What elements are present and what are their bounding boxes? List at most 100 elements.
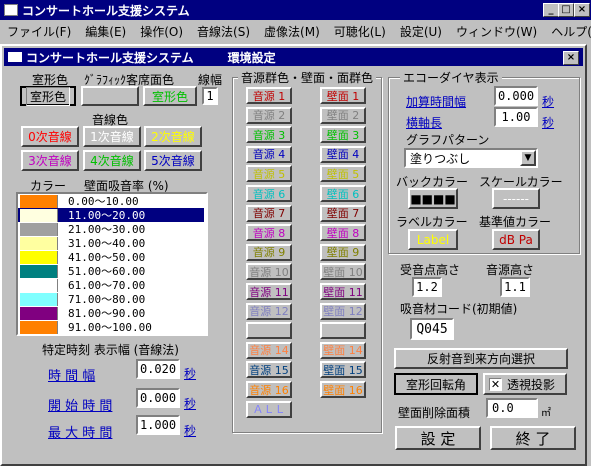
scale-color-button[interactable]: ------ <box>492 188 540 209</box>
absorption-row[interactable]: 0.00～10.00 <box>18 194 204 208</box>
menu-item-1[interactable]: 編集(E) <box>78 23 133 40</box>
wall-button-15[interactable]: 壁面 15 <box>320 361 366 379</box>
absorption-row[interactable]: 31.00～40.00 <box>18 236 204 250</box>
source-button-9[interactable]: 音源 9 <box>246 243 292 261</box>
room-rotate-button[interactable]: 室形回転角 <box>394 373 478 395</box>
wall-button-16[interactable]: 壁面 16 <box>320 381 366 398</box>
label-color-button[interactable]: Label <box>408 229 458 250</box>
wall-button-10[interactable]: 壁面 10 <box>320 263 366 281</box>
absorption-row[interactable]: 61.00～70.00 <box>18 278 204 292</box>
dialog-close-icon[interactable]: × <box>563 51 579 65</box>
menu-item-3[interactable]: 音線法(S) <box>190 23 257 40</box>
ray-4-label: 4次音線 <box>90 154 134 168</box>
source-button-13[interactable]: 音源 13 <box>246 322 292 340</box>
start-time-field[interactable]: 0.000 <box>136 388 180 408</box>
color-swatch <box>20 236 58 250</box>
time-width-field[interactable]: 0.020 <box>136 359 180 379</box>
source-button-3[interactable]: 音源 3 <box>246 126 292 144</box>
wall-button-6[interactable]: 壁面 6 <box>320 185 366 202</box>
source-button-16[interactable]: 音源 16 <box>246 381 292 398</box>
add-time-width-field[interactable]: 0.000 <box>494 86 538 106</box>
ray-4-button[interactable]: 4次音線 <box>83 150 141 171</box>
absorption-row[interactable]: 71.00～80.00 <box>18 292 204 306</box>
absorb-code-field[interactable]: Q045 <box>410 318 454 340</box>
seat-color-button[interactable] <box>81 86 139 106</box>
perspective-toggle[interactable]: ✕ 透視投影 <box>483 373 567 395</box>
wall-button-1[interactable]: 壁面 1 <box>320 87 366 104</box>
wall-button-3[interactable]: 壁面 3 <box>320 126 366 144</box>
ray-2-label: 2次音線 <box>151 130 195 144</box>
wall-delete-area-field[interactable]: 0.0 <box>486 398 538 418</box>
perspective-checkbox[interactable]: ✕ <box>489 377 502 391</box>
ray-5-button[interactable]: 5次音線 <box>144 150 202 171</box>
reflect-direction-button[interactable]: 反射音到来方向選択 <box>394 348 568 369</box>
color-swatch <box>20 320 58 334</box>
minimize-button[interactable]: _ <box>543 3 559 17</box>
source-button-4[interactable]: 音源 4 <box>246 145 292 163</box>
source-button-6[interactable]: 音源 6 <box>246 185 292 202</box>
source-button-14[interactable]: 音源 14 <box>246 341 292 359</box>
source-button-5[interactable]: 音源 5 <box>246 165 292 183</box>
absorption-row[interactable]: 51.00～60.00 <box>18 264 204 278</box>
menu-item-8[interactable]: ヘルプ(H) <box>544 23 591 40</box>
source-button-11[interactable]: 音源 11 <box>246 283 292 300</box>
source-height-field[interactable]: 1.1 <box>500 277 530 297</box>
menu-item-5[interactable]: 可聴化(L) <box>327 23 393 40</box>
absorption-color-list[interactable]: 0.00～10.00 11.00～20.00 21.00～30.00 31.00～40… <box>16 192 208 336</box>
wall-button-8[interactable]: 壁面 8 <box>320 224 366 242</box>
base-color-button[interactable]: dB Pa <box>492 229 540 250</box>
horizontal-axis-field[interactable]: 1.00 <box>494 107 538 127</box>
settings-button[interactable]: 設 定 <box>395 426 481 450</box>
line-width-field[interactable]: 1 <box>202 87 218 105</box>
wall-button-11[interactable]: 壁面 11 <box>320 283 366 300</box>
graph-pattern-select[interactable]: 塗りつぶし ▼ <box>404 148 538 168</box>
close-window-button[interactable]: × <box>574 3 590 17</box>
color-swatch <box>20 278 58 292</box>
color-swatch <box>20 222 58 236</box>
wall-button-5[interactable]: 壁面 5 <box>320 165 366 183</box>
horizontal-axis-label: 横軸長 <box>406 116 443 130</box>
menu-item-7[interactable]: ウィンドウ(W) <box>449 23 544 40</box>
close-button[interactable]: 終 了 <box>490 426 576 450</box>
absorption-row[interactable]: 91.00～100.00 <box>18 320 204 334</box>
absorption-row[interactable]: 41.00～50.00 <box>18 250 204 264</box>
receive-height-field[interactable]: 1.2 <box>412 277 442 297</box>
graph-pattern-value: 塗りつぶし <box>410 151 471 166</box>
wall-button-13[interactable]: 壁面 13 <box>320 322 366 340</box>
source-button-2[interactable]: 音源 2 <box>246 106 292 124</box>
max-time-field[interactable]: 1.000 <box>136 415 180 435</box>
wall-button-2[interactable]: 壁面 2 <box>320 106 366 124</box>
absorption-row[interactable]: 21.00～30.00 <box>18 222 204 236</box>
ray-2-button[interactable]: 2次音線 <box>144 126 202 147</box>
maximize-button[interactable]: □ <box>558 3 574 17</box>
color-swatch <box>20 264 58 278</box>
horizontal-axis-unit: 秒 <box>542 116 555 130</box>
source-button-7[interactable]: 音源 7 <box>246 204 292 222</box>
chevron-down-icon[interactable]: ▼ <box>520 150 536 166</box>
back-color-button[interactable]: ■■■■ <box>408 188 458 209</box>
wall-button-14[interactable]: 壁面 14 <box>320 341 366 359</box>
source-button-15[interactable]: 音源 15 <box>246 361 292 379</box>
wall-button-7[interactable]: 壁面 7 <box>320 204 366 222</box>
source-button-12[interactable]: 音源 12 <box>246 302 292 320</box>
wall-button-9[interactable]: 壁面 9 <box>320 243 366 261</box>
source-button-17[interactable]: ＡＬＬ <box>246 400 292 418</box>
absorption-row[interactable]: 81.00～90.00 <box>18 306 204 320</box>
absorption-row[interactable]: 11.00～20.00 <box>18 208 204 222</box>
ray-3-button[interactable]: 3次音線 <box>21 150 79 171</box>
absorption-range: 91.00～100.00 <box>68 321 152 334</box>
menu-item-2[interactable]: 操作(O) <box>133 23 190 40</box>
menu-item-6[interactable]: 設定(U) <box>393 23 449 40</box>
ray-1-button[interactable]: 1次音線 <box>83 126 141 147</box>
room-color-button[interactable]: 室形色 <box>20 86 76 106</box>
wall-button-4[interactable]: 壁面 4 <box>320 145 366 163</box>
menu-item-0[interactable]: ファイル(F) <box>0 23 78 40</box>
ray-0-button[interactable]: 0次音線 <box>21 126 79 147</box>
wall-button-12[interactable]: 壁面 12 <box>320 302 366 320</box>
source-button-8[interactable]: 音源 8 <box>246 224 292 242</box>
line-color-button[interactable]: 室形色 <box>143 86 197 106</box>
menu-bar: ファイル(F) 編集(E) 操作(O) 音線法(S) 虚像法(M) 可聴化(L) 設定(U)… <box>0 21 591 41</box>
source-button-10[interactable]: 音源 10 <box>246 263 292 281</box>
source-button-1[interactable]: 音源 1 <box>246 87 292 104</box>
menu-item-4[interactable]: 虚像法(M) <box>257 23 327 40</box>
